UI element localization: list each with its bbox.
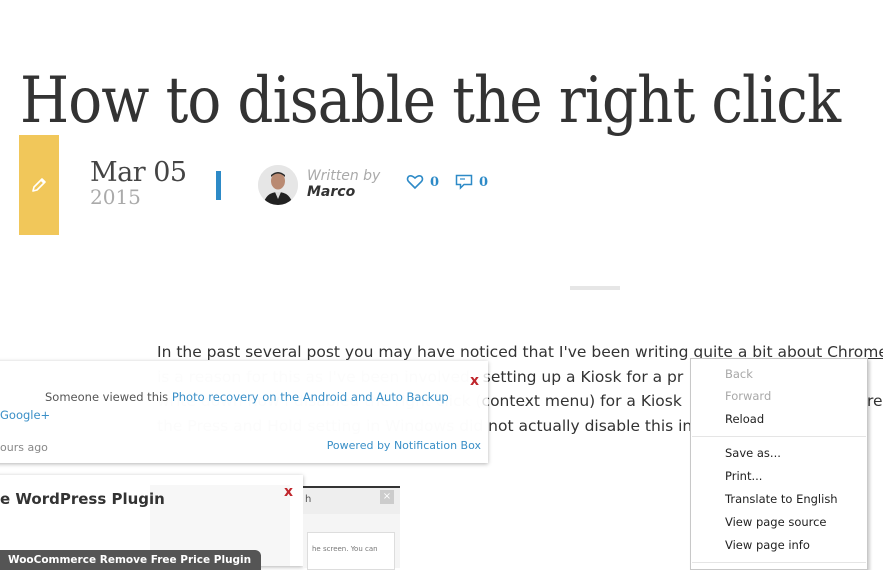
- notification-close-button[interactable]: x: [470, 373, 479, 389]
- context-menu-print[interactable]: Print...: [725, 469, 762, 483]
- notification-time: ours ago: [0, 441, 48, 454]
- comment-icon: [455, 174, 473, 190]
- comments-count: 0: [479, 175, 488, 190]
- notification-source[interactable]: Google+: [0, 408, 50, 422]
- screenshot-titlebar: h ×: [303, 488, 400, 514]
- notification-2-title[interactable]: e WordPress Plugin: [0, 490, 165, 508]
- context-menu-separator: [692, 562, 866, 563]
- post-date: Mar 05 2015: [90, 158, 187, 206]
- embedded-screenshot: h × he screen. You can: [303, 486, 400, 568]
- post-date-day: Mar 05: [90, 158, 187, 188]
- author-info: Written by Marco: [307, 168, 380, 200]
- author-name[interactable]: Marco: [307, 184, 380, 200]
- context-menu-reload[interactable]: Reload: [725, 412, 764, 426]
- powered-by-link[interactable]: Powered by Notification Box: [327, 439, 481, 452]
- related-post-tag[interactable]: ‹ WooCommerce Remove Free Price Plugin: [0, 550, 261, 570]
- context-menu: Back Forward Reload Save as... Print... …: [690, 358, 868, 570]
- context-menu-back[interactable]: Back: [725, 367, 753, 381]
- screenshot-close-icon: ×: [380, 490, 394, 504]
- screenshot-panel: he screen. You can: [307, 532, 395, 570]
- author-avatar[interactable]: [258, 165, 298, 205]
- post-date-year: 2015: [90, 188, 187, 206]
- post-format-badge: [19, 135, 59, 235]
- heart-icon: [406, 174, 424, 190]
- section-divider: [570, 286, 620, 290]
- likes-button[interactable]: 0: [406, 174, 439, 190]
- context-menu-save-as[interactable]: Save as...: [725, 446, 781, 460]
- meta-separator: [216, 171, 221, 200]
- written-by-label: Written by: [307, 168, 380, 184]
- comments-button[interactable]: 0: [455, 174, 488, 190]
- notification-message: Someone viewed this Photo recovery on th…: [45, 390, 449, 404]
- notification-link[interactable]: Photo recovery on the Android and Auto B…: [172, 390, 449, 404]
- context-menu-view-source[interactable]: View page source: [725, 515, 827, 529]
- pencil-icon: [29, 175, 49, 195]
- context-menu-view-info[interactable]: View page info: [725, 538, 810, 552]
- context-menu-separator: [692, 436, 866, 437]
- notification-popup: Someone viewed this Photo recovery on th…: [0, 361, 488, 463]
- likes-count: 0: [430, 175, 439, 190]
- context-menu-forward[interactable]: Forward: [725, 389, 771, 403]
- post-title: How to disable the right click: [20, 61, 840, 141]
- context-menu-translate[interactable]: Translate to English: [725, 492, 838, 506]
- notification-2-close-button[interactable]: x: [284, 484, 293, 500]
- avatar-image: [258, 165, 298, 205]
